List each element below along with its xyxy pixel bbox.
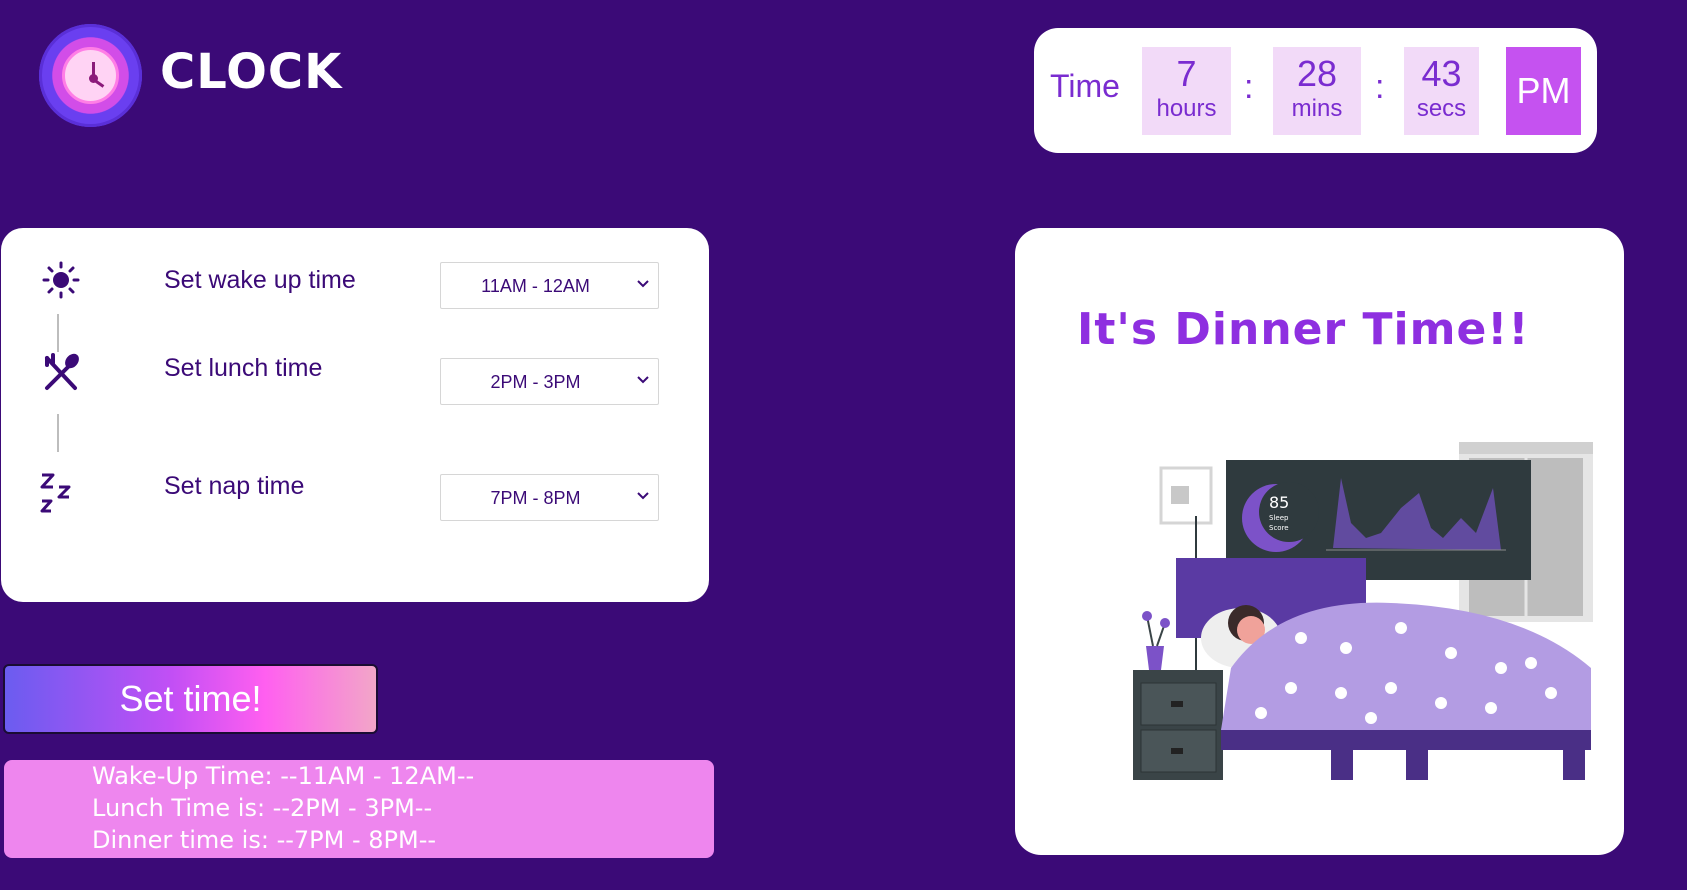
clock-center-dot — [89, 74, 98, 83]
secs-unit: secs — [1416, 95, 1467, 122]
clock-face — [62, 47, 119, 104]
mins-unit: mins — [1291, 95, 1343, 122]
time-label: Time — [1050, 68, 1120, 104]
brand-name: CLOCK — [160, 44, 343, 100]
sun-icon — [39, 258, 83, 302]
hours-value: 7 — [1176, 53, 1197, 94]
hours-box: 7 hours — [1142, 47, 1231, 135]
nap-time-select[interactable]: 7PM - 8PM — [440, 474, 659, 521]
sleeping-person-illustration: 85 Sleep Score — [1133, 442, 1593, 780]
schedule-summary: Wake-Up Time: --11AM - 12AM-- Lunch Time… — [4, 760, 714, 858]
mins-box: 28 mins — [1273, 47, 1361, 135]
row-divider-line — [57, 414, 59, 452]
chevron-down-icon — [637, 280, 649, 288]
time-settings-panel: Set wake up time 11AM - 12AM Set lunch t… — [1, 228, 709, 602]
secs-value: 43 — [1421, 53, 1462, 94]
wake-summary-text: Wake-Up Time: --11AM - 12AM-- — [92, 762, 475, 790]
row-divider-line — [57, 314, 59, 352]
sleep-score-value: 85 — [1269, 493, 1289, 512]
hours-unit: hours — [1156, 95, 1217, 122]
message-title: It's Dinner Time!! — [1077, 304, 1530, 355]
chevron-down-icon — [637, 492, 649, 500]
nap-time-label: Set nap time — [164, 472, 305, 500]
dinner-summary-text: Dinner time is: --7PM - 8PM-- — [92, 826, 437, 854]
lunch-time-value: 2PM - 3PM — [490, 372, 581, 392]
chevron-down-icon — [637, 376, 649, 384]
nap-time-value: 7PM - 8PM — [490, 488, 581, 508]
lunch-time-label: Set lunch time — [164, 354, 323, 382]
clock-logo-icon — [39, 24, 142, 127]
lunch-time-select[interactable]: 2PM - 3PM — [440, 358, 659, 405]
ampm-indicator: PM — [1506, 47, 1581, 135]
current-time-card: Time 7 hours : 28 mins : 43 secs PM — [1034, 28, 1597, 153]
wake-time-label: Set wake up time — [164, 266, 356, 294]
wake-time-value: 11AM - 12AM — [481, 276, 590, 296]
time-separator: : — [1375, 68, 1385, 106]
lunch-summary-text: Lunch Time is: --2PM - 3PM-- — [92, 794, 433, 822]
zzz-icon — [39, 473, 83, 517]
utensils-icon — [39, 350, 83, 394]
sleep-score-label: Score — [1269, 524, 1289, 532]
mins-value: 28 — [1296, 53, 1338, 94]
message-card: It's Dinner Time!! 85 Sleep Score — [1015, 228, 1624, 855]
set-time-button[interactable]: Set time! — [3, 664, 378, 734]
wake-time-select[interactable]: 11AM - 12AM — [440, 262, 659, 309]
sleep-score-label: Sleep — [1269, 514, 1289, 522]
time-separator: : — [1244, 68, 1254, 106]
secs-box: 43 secs — [1404, 47, 1479, 135]
